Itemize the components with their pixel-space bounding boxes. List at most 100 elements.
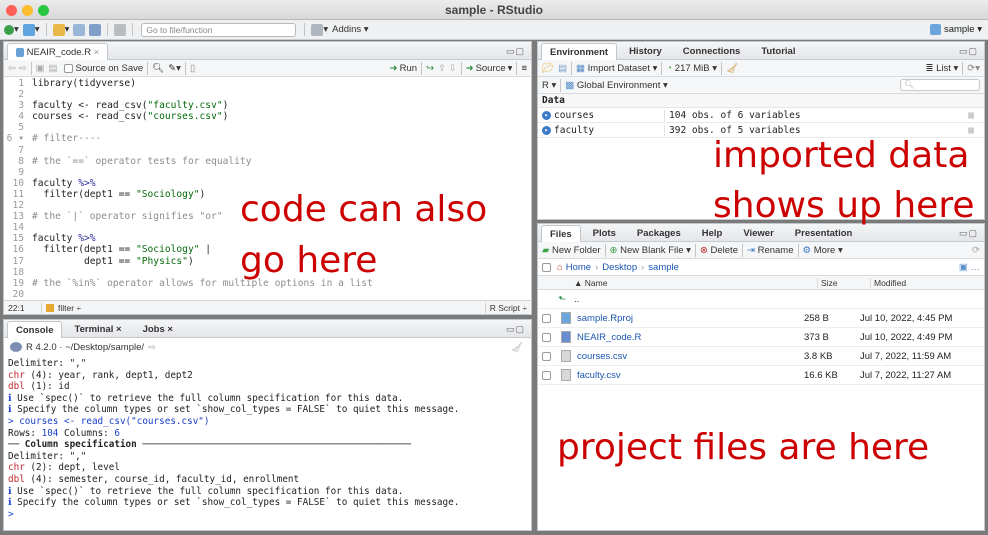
breadcrumb-desktop[interactable]: Desktop	[602, 262, 637, 273]
line-number: 10	[12, 177, 24, 189]
back-icon[interactable]: ⇦ ⇨	[8, 63, 27, 74]
tab-terminal[interactable]: Terminal ×	[65, 320, 130, 337]
new-folder-button[interactable]: ▰ New Folder	[542, 245, 601, 256]
save-file-icon[interactable]: ▤	[49, 63, 58, 74]
tab-packages[interactable]: Packages	[628, 224, 690, 241]
project-menu[interactable]: sample ▾	[929, 24, 982, 35]
tab-jobs[interactable]: Jobs ×	[134, 320, 182, 337]
select-all-checkbox[interactable]	[542, 262, 551, 272]
env-window-controls[interactable]: ▭▢	[959, 46, 978, 57]
file-checkbox[interactable]	[542, 313, 551, 323]
wand-icon[interactable]: ✎▾	[168, 63, 181, 74]
environment-toolbar: 📂︎ ▤ ▦ Import Dataset ▾ ◔ 217 MiB ▾ 🧹︎ ≣…	[538, 60, 984, 77]
memory-usage[interactable]: ◔ 217 MiB ▾	[666, 63, 717, 74]
project-badge-icon[interactable]: ▣ …	[959, 262, 980, 273]
outline-icon[interactable]: ≡	[521, 63, 527, 74]
file-name-link[interactable]: courses.csv	[577, 351, 804, 362]
environment-row[interactable]: ▸ courses 104 obs. of 6 variables ▦	[538, 108, 984, 123]
broom-icon[interactable]: 🧹︎	[726, 63, 738, 74]
new-blank-file-button[interactable]: ⊕ New Blank File ▾	[610, 245, 691, 256]
view-table-icon[interactable]: ▦	[968, 110, 974, 121]
breadcrumb-sample[interactable]: sample	[648, 262, 679, 273]
close-tab-icon[interactable]: ×	[94, 47, 100, 58]
source-on-save-checkbox[interactable]	[63, 63, 73, 73]
annotation-code-line1: code can also	[240, 189, 488, 230]
breadcrumb-home[interactable]: Home	[566, 262, 591, 273]
load-workspace-icon[interactable]: 📂︎	[542, 63, 554, 74]
console-window-controls[interactable]: ▭▢	[506, 324, 525, 335]
delete-button[interactable]: ⊗ Delete	[700, 245, 738, 256]
language-selector[interactable]: R ▾	[542, 80, 556, 91]
view-table-icon[interactable]: ▦	[968, 125, 974, 136]
tab-files[interactable]: Files	[541, 225, 581, 242]
tab-tutorial[interactable]: Tutorial	[752, 42, 804, 59]
column-name-header[interactable]: ▲ Name	[574, 278, 817, 288]
open-file-icon[interactable]: ▾	[52, 23, 69, 36]
new-project-icon[interactable]: ▾	[22, 23, 40, 36]
file-row[interactable]: courses.csv 3.8 KB Jul 7, 2022, 11:59 AM	[538, 347, 984, 366]
env-search-input[interactable]: 🔍︎	[900, 79, 980, 91]
rename-button[interactable]: ⇥ Rename	[747, 245, 794, 256]
expand-data-icon[interactable]: ▸	[542, 125, 551, 135]
save-workspace-icon[interactable]: ▤	[558, 63, 567, 74]
save-icon[interactable]	[73, 23, 86, 36]
file-csv-icon	[561, 350, 571, 362]
goto-file-input[interactable]: Go to file/function	[141, 22, 297, 37]
save-all-icon[interactable]	[89, 23, 102, 36]
global-env-selector[interactable]: ▩ Global Environment ▾	[565, 80, 667, 91]
table-icon: ▦	[576, 62, 586, 74]
file-name-link[interactable]: NEAIR_code.R	[577, 332, 804, 343]
import-dataset-button[interactable]: ▦ Import Dataset ▾	[576, 63, 657, 74]
file-checkbox[interactable]	[542, 370, 551, 380]
file-row[interactable]: sample.Rproj 258 B Jul 10, 2022, 4:45 PM	[538, 309, 984, 328]
tab-presentation[interactable]: Presentation	[786, 224, 862, 241]
file-checkbox[interactable]	[542, 332, 551, 342]
tab-console[interactable]: Console	[7, 321, 63, 338]
grid-layout-icon[interactable]: ▾	[311, 23, 328, 36]
line-number: 6 ▾	[6, 133, 24, 145]
print-icon[interactable]	[114, 23, 127, 36]
editor-toolbar: ⇦ ⇨ ▣ ▤ Source on Save 🔍︎ ✎▾ ▯ ➜ Run ↪ ⇧ …	[4, 60, 531, 77]
column-modified-header[interactable]: Modified	[870, 277, 906, 288]
file-row[interactable]: NEAIR_code.R 373 B Jul 10, 2022, 4:49 PM	[538, 328, 984, 347]
tab-viewer[interactable]: Viewer	[734, 224, 782, 241]
home-icon: ⌂	[557, 261, 563, 273]
scope-icon	[46, 303, 54, 312]
scope-selector[interactable]: filter ÷	[58, 303, 81, 313]
column-size-header[interactable]: Size	[817, 277, 870, 288]
tab-neair-code[interactable]: NEAIR_code.R ×	[7, 43, 109, 60]
show-in-window-icon[interactable]: ▣	[36, 63, 45, 74]
refresh-icon[interactable]: ⟳▾	[967, 63, 980, 74]
code-line: 10 faculty %>%	[4, 178, 531, 189]
goto-dir-icon[interactable]: ⇨	[148, 342, 156, 353]
tab-history[interactable]: History	[620, 42, 671, 59]
file-row[interactable]: faculty.csv 16.6 KB Jul 7, 2022, 11:27 AM	[538, 366, 984, 385]
file-type-selector[interactable]: R Script ÷	[484, 302, 531, 313]
window-title: sample - RStudio	[444, 3, 543, 17]
run-button[interactable]: ➜ Run	[390, 63, 417, 74]
tab-plots[interactable]: Plots	[584, 224, 625, 241]
files-window-controls[interactable]: ▭▢	[959, 228, 978, 239]
more-button[interactable]: ⚙ More ▾	[803, 245, 843, 256]
file-checkbox[interactable]	[542, 351, 551, 361]
addins-menu[interactable]: Addins ▾	[332, 24, 368, 35]
new-file-icon[interactable]: ▾	[4, 24, 19, 35]
file-name-link[interactable]: faculty.csv	[577, 370, 804, 381]
tab-environment[interactable]: Environment	[541, 43, 618, 60]
pane-window-controls[interactable]: ▭▢	[506, 46, 525, 57]
console-output[interactable]: Delimiter: "," chr (4): year, rank, dept1…	[4, 358, 531, 530]
clear-console-icon[interactable]: 🧹︎	[511, 342, 523, 353]
compile-report-icon[interactable]: ▯	[190, 63, 195, 74]
search-icon[interactable]: 🔍︎	[152, 63, 164, 74]
file-name-link[interactable]: sample.Rproj	[577, 313, 804, 324]
up-arrow-icon[interactable]: ⇧ ⇩	[438, 63, 457, 74]
console-pane: Console Terminal × Jobs × ▭▢ R 4.2.0 · ~…	[3, 319, 532, 531]
expand-data-icon[interactable]: ▸	[542, 110, 551, 120]
parent-dir-row[interactable]: ⬑ ..	[538, 290, 984, 309]
rerun-icon[interactable]: ↪	[426, 63, 434, 74]
tab-connections[interactable]: Connections	[674, 42, 750, 59]
refresh-files-icon[interactable]: ⟳	[972, 245, 980, 256]
tab-help[interactable]: Help	[693, 224, 732, 241]
source-button[interactable]: ➜ Source ▾	[466, 63, 513, 74]
list-view-selector[interactable]: ≣ List ▾	[925, 63, 958, 74]
